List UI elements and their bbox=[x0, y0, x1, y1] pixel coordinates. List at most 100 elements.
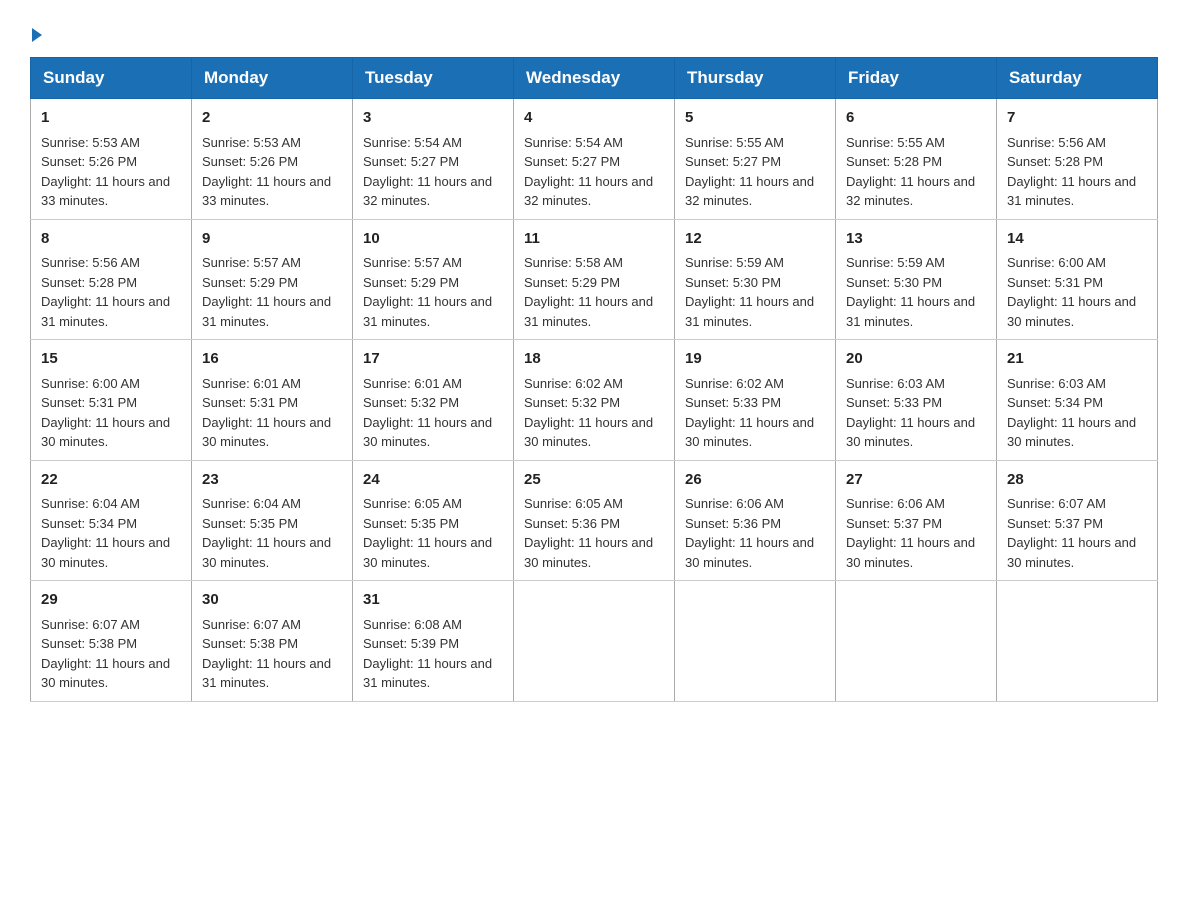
sunset-label: Sunset: 5:33 PM bbox=[685, 395, 781, 410]
daylight-label: Daylight: 11 hours and 32 minutes. bbox=[846, 174, 975, 209]
sunset-label: Sunset: 5:36 PM bbox=[524, 516, 620, 531]
daylight-label: Daylight: 11 hours and 30 minutes. bbox=[846, 535, 975, 570]
day-number: 7 bbox=[1007, 107, 1147, 130]
day-number: 26 bbox=[685, 469, 825, 492]
empty-cell bbox=[997, 581, 1158, 702]
logo bbox=[30, 30, 42, 42]
sunrise-label: Sunrise: 5:56 AM bbox=[1007, 135, 1106, 150]
day-number: 1 bbox=[41, 107, 181, 130]
daylight-label: Daylight: 11 hours and 31 minutes. bbox=[685, 294, 814, 329]
sunrise-label: Sunrise: 5:57 AM bbox=[202, 255, 301, 270]
daylight-label: Daylight: 11 hours and 30 minutes. bbox=[41, 656, 170, 691]
day-number: 20 bbox=[846, 348, 986, 371]
day-cell-28: 28Sunrise: 6:07 AMSunset: 5:37 PMDayligh… bbox=[997, 460, 1158, 581]
sunrise-label: Sunrise: 6:01 AM bbox=[202, 376, 301, 391]
sunset-label: Sunset: 5:37 PM bbox=[846, 516, 942, 531]
day-cell-12: 12Sunrise: 5:59 AMSunset: 5:30 PMDayligh… bbox=[675, 219, 836, 340]
week-row-3: 15Sunrise: 6:00 AMSunset: 5:31 PMDayligh… bbox=[31, 340, 1158, 461]
day-number: 29 bbox=[41, 589, 181, 612]
day-number: 31 bbox=[363, 589, 503, 612]
daylight-label: Daylight: 11 hours and 30 minutes. bbox=[202, 535, 331, 570]
daylight-label: Daylight: 11 hours and 30 minutes. bbox=[524, 415, 653, 450]
week-row-2: 8 Sunrise: 5:56 AM Sunset: 5:28 PM Daylight… bbox=[31, 219, 1158, 340]
day-number: 4 bbox=[524, 107, 664, 130]
daylight-label: Daylight: 11 hours and 31 minutes. bbox=[363, 656, 492, 691]
calendar-table: SundayMondayTuesdayWednesdayThursdayFrid… bbox=[30, 57, 1158, 702]
day-number: 9 bbox=[202, 228, 342, 251]
sunrise-label: Sunrise: 6:08 AM bbox=[363, 617, 462, 632]
sunset-label: Sunset: 5:38 PM bbox=[202, 636, 298, 651]
day-header-row: SundayMondayTuesdayWednesdayThursdayFrid… bbox=[31, 58, 1158, 99]
sunset-label: Sunset: 5:27 PM bbox=[524, 154, 620, 169]
sunset-label: Sunset: 5:26 PM bbox=[41, 154, 137, 169]
sunrise-label: Sunrise: 6:00 AM bbox=[1007, 255, 1106, 270]
day-cell-14: 14Sunrise: 6:00 AMSunset: 5:31 PMDayligh… bbox=[997, 219, 1158, 340]
daylight-label: Daylight: 11 hours and 30 minutes. bbox=[363, 535, 492, 570]
sunrise-label: Sunrise: 6:05 AM bbox=[363, 496, 462, 511]
sunrise-label: Sunrise: 6:06 AM bbox=[846, 496, 945, 511]
header-tuesday: Tuesday bbox=[353, 58, 514, 99]
sunset-label: Sunset: 5:36 PM bbox=[685, 516, 781, 531]
day-cell-4: 4Sunrise: 5:54 AMSunset: 5:27 PMDaylight… bbox=[514, 99, 675, 220]
daylight-label: Daylight: 11 hours and 30 minutes. bbox=[685, 415, 814, 450]
day-number: 30 bbox=[202, 589, 342, 612]
sunrise-label: Sunrise: 6:07 AM bbox=[41, 617, 140, 632]
sunset-label: Sunset: 5:35 PM bbox=[202, 516, 298, 531]
sunset-label: Sunset: 5:34 PM bbox=[41, 516, 137, 531]
day-number: 18 bbox=[524, 348, 664, 371]
day-cell-11: 11Sunrise: 5:58 AMSunset: 5:29 PMDayligh… bbox=[514, 219, 675, 340]
sunset-label: Sunset: 5:28 PM bbox=[41, 275, 137, 290]
day-cell-3: 3Sunrise: 5:54 AMSunset: 5:27 PMDaylight… bbox=[353, 99, 514, 220]
daylight-label: Daylight: 11 hours and 30 minutes. bbox=[41, 535, 170, 570]
sunset-label: Sunset: 5:32 PM bbox=[363, 395, 459, 410]
day-cell-24: 24 Sunrise: 6:05 AM Sunset: 5:35 PM Dayligh… bbox=[353, 460, 514, 581]
day-number: 5 bbox=[685, 107, 825, 130]
empty-cell bbox=[514, 581, 675, 702]
sunrise-label: Sunrise: 5:53 AM bbox=[41, 135, 140, 150]
sunrise-label: Sunrise: 6:02 AM bbox=[685, 376, 784, 391]
sunset-label: Sunset: 5:29 PM bbox=[363, 275, 459, 290]
sunset-label: Sunset: 5:35 PM bbox=[363, 516, 459, 531]
day-number: 8 bbox=[41, 228, 181, 251]
daylight-label: Daylight: 11 hours and 33 minutes. bbox=[41, 174, 170, 209]
day-number: 24 bbox=[363, 469, 503, 492]
day-cell-31: 31Sunrise: 6:08 AMSunset: 5:39 PMDayligh… bbox=[353, 581, 514, 702]
day-cell-25: 25Sunrise: 6:05 AMSunset: 5:36 PMDayligh… bbox=[514, 460, 675, 581]
logo-arrow-icon bbox=[32, 28, 42, 42]
daylight-label: Daylight: 11 hours and 30 minutes. bbox=[363, 415, 492, 450]
header-saturday: Saturday bbox=[997, 58, 1158, 99]
sunrise-label: Sunrise: 6:00 AM bbox=[41, 376, 140, 391]
sunset-label: Sunset: 5:26 PM bbox=[202, 154, 298, 169]
day-cell-19: 19 Sunrise: 6:02 AM Sunset: 5:33 PM Dayligh… bbox=[675, 340, 836, 461]
daylight-label: Daylight: 11 hours and 31 minutes. bbox=[202, 656, 331, 691]
daylight-label: Daylight: 11 hours and 31 minutes. bbox=[202, 294, 331, 329]
sunrise-label: Sunrise: 6:04 AM bbox=[202, 496, 301, 511]
sunset-label: Sunset: 5:29 PM bbox=[524, 275, 620, 290]
sunrise-label: Sunrise: 5:55 AM bbox=[685, 135, 784, 150]
sunset-label: Sunset: 5:32 PM bbox=[524, 395, 620, 410]
sunset-label: Sunset: 5:33 PM bbox=[846, 395, 942, 410]
week-row-4: 22 Sunrise: 6:04 AM Sunset: 5:34 PM Dayligh… bbox=[31, 460, 1158, 581]
sunrise-label: Sunrise: 5:56 AM bbox=[41, 255, 140, 270]
sunrise-label: Sunrise: 6:04 AM bbox=[41, 496, 140, 511]
sunrise-label: Sunrise: 6:02 AM bbox=[524, 376, 623, 391]
daylight-label: Daylight: 11 hours and 30 minutes. bbox=[41, 415, 170, 450]
day-number: 11 bbox=[524, 228, 664, 251]
day-cell-8: 8Sunrise: 5:56 AMSunset: 5:28 PMDaylight… bbox=[31, 219, 192, 340]
day-number: 14 bbox=[1007, 228, 1147, 251]
header-wednesday: Wednesday bbox=[514, 58, 675, 99]
daylight-label: Daylight: 11 hours and 31 minutes. bbox=[846, 294, 975, 329]
empty-cell bbox=[836, 581, 997, 702]
sunrise-label: Sunrise: 6:03 AM bbox=[846, 376, 945, 391]
day-cell-22: 22 Sunrise: 6:04 AM Sunset: 5:34 PM Dayligh… bbox=[31, 460, 192, 581]
day-number: 3 bbox=[363, 107, 503, 130]
daylight-label: Daylight: 11 hours and 30 minutes. bbox=[1007, 415, 1136, 450]
daylight-label: Daylight: 11 hours and 33 minutes. bbox=[202, 174, 331, 209]
day-number: 22 bbox=[41, 469, 181, 492]
day-number: 19 bbox=[685, 348, 825, 371]
day-number: 21 bbox=[1007, 348, 1147, 371]
daylight-label: Daylight: 11 hours and 30 minutes. bbox=[846, 415, 975, 450]
sunrise-label: Sunrise: 6:01 AM bbox=[363, 376, 462, 391]
sunrise-label: Sunrise: 6:06 AM bbox=[685, 496, 784, 511]
day-number: 2 bbox=[202, 107, 342, 130]
